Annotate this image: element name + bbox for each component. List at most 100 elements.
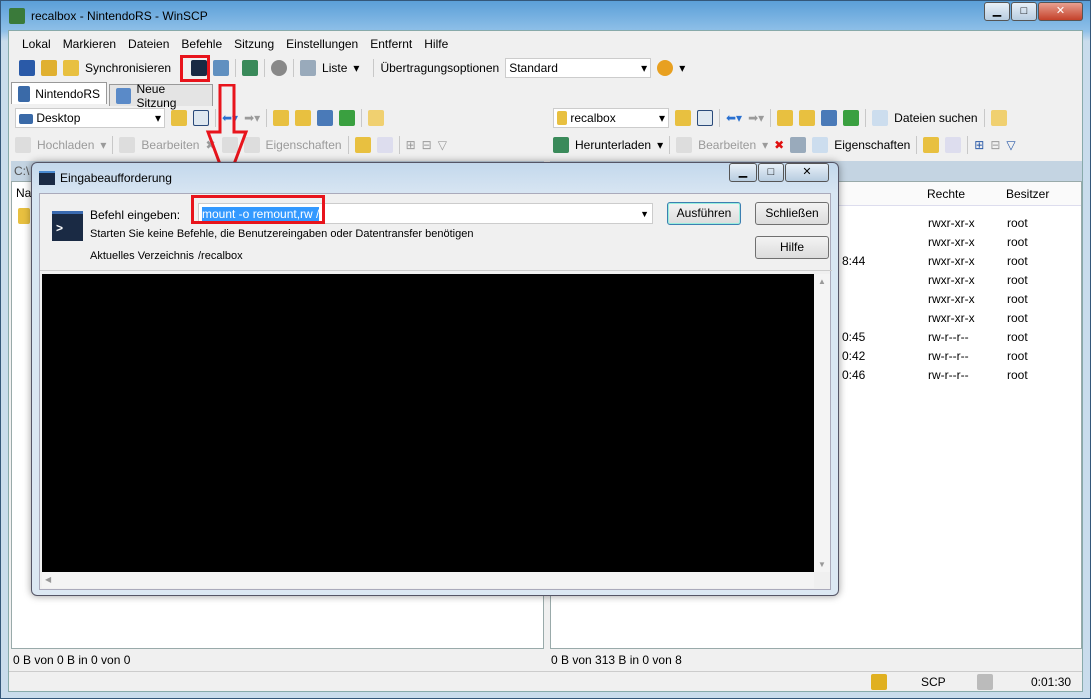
new-folder-icon[interactable] bbox=[923, 137, 940, 153]
transfer-options-select[interactable]: Standard ▾ bbox=[505, 58, 652, 78]
file-owner: root bbox=[1007, 368, 1028, 382]
putty-icon[interactable] bbox=[213, 60, 230, 76]
parent-folder-icon[interactable] bbox=[273, 110, 290, 126]
properties-icon bbox=[812, 137, 829, 153]
gear-icon[interactable] bbox=[271, 60, 288, 76]
column-rights[interactable]: Rechte bbox=[927, 187, 965, 201]
folder-icon bbox=[557, 111, 567, 126]
current-dir-label: Aktuelles Verzeichnis bbox=[90, 250, 194, 262]
upload-button[interactable]: Hochladen bbox=[37, 138, 94, 152]
sync-browse-icon[interactable] bbox=[41, 60, 57, 76]
home-icon[interactable] bbox=[317, 110, 334, 126]
right-properties-button[interactable]: Eigenschaften bbox=[834, 138, 910, 152]
right-path-select[interactable]: recalbox ▾ bbox=[553, 108, 669, 128]
file-owner: root bbox=[1007, 349, 1028, 363]
new-session-icon bbox=[116, 87, 132, 104]
refresh-icon[interactable] bbox=[339, 110, 356, 126]
file-owner: root bbox=[1007, 311, 1028, 325]
file-rights: rwxr-xr-x bbox=[928, 273, 975, 287]
menu-dateien[interactable]: Dateien bbox=[125, 37, 172, 51]
select-minus-icon[interactable]: ⊟ bbox=[990, 138, 1000, 152]
forward-icon[interactable]: ➡▾ bbox=[748, 111, 764, 125]
select-plus-icon[interactable]: ⊞ bbox=[974, 138, 984, 152]
menu-entfernt[interactable]: Entfernt bbox=[367, 37, 415, 51]
select-minus-icon[interactable]: ⊟ bbox=[422, 138, 432, 152]
close-button[interactable]: ✕ bbox=[1038, 2, 1083, 21]
tab-new-session[interactable]: Neue Sitzung bbox=[109, 82, 213, 110]
compare-icon[interactable] bbox=[19, 60, 35, 76]
delete-icon[interactable]: ✖ bbox=[774, 138, 784, 152]
tree-icon[interactable] bbox=[368, 110, 385, 126]
file-time: 8:44 bbox=[842, 254, 866, 268]
left-edit-button[interactable]: Bearbeiten bbox=[141, 138, 199, 152]
download-button[interactable]: Herunterladen bbox=[575, 138, 651, 152]
right-edit-button[interactable]: Bearbeiten bbox=[698, 138, 756, 152]
filter-select-icon[interactable]: ▽ bbox=[438, 138, 447, 152]
file-rights: rwxr-xr-x bbox=[928, 254, 975, 268]
left-properties-button[interactable]: Eigenschaften bbox=[266, 138, 342, 152]
new-folder-icon[interactable] bbox=[354, 137, 371, 153]
command-label: Befehl eingeben: bbox=[90, 208, 181, 222]
synchronize-icon bbox=[63, 60, 79, 76]
file-time: 0:42 bbox=[842, 349, 866, 363]
shortcut-icon[interactable] bbox=[376, 137, 393, 153]
console-large-icon: > bbox=[52, 211, 83, 241]
menu-einstellungen[interactable]: Einstellungen bbox=[283, 37, 361, 51]
current-dir-value: /recalbox bbox=[198, 250, 243, 262]
open-folder-icon[interactable] bbox=[675, 110, 691, 126]
file-owner: root bbox=[1007, 330, 1028, 344]
view-dropdown[interactable]: Liste bbox=[322, 61, 347, 75]
column-owner[interactable]: Besitzer bbox=[1006, 187, 1049, 201]
menu-befehle[interactable]: Befehle bbox=[178, 37, 225, 51]
file-owner: root bbox=[1007, 216, 1028, 230]
console-output[interactable] bbox=[42, 274, 814, 572]
file-rights: rwxr-xr-x bbox=[928, 292, 975, 306]
session-time: 0:01:30 bbox=[1031, 675, 1072, 689]
minimize-button[interactable]: ▁ bbox=[984, 2, 1010, 21]
tree-icon[interactable] bbox=[990, 110, 1007, 126]
select-plus-icon[interactable]: ⊞ bbox=[406, 138, 416, 152]
synchronize-button[interactable]: Synchronisieren bbox=[85, 61, 171, 75]
title-bar[interactable]: recalbox - NintendoRS - WinSCP ▁ □ ✕ bbox=[1, 1, 1091, 31]
rename-icon[interactable] bbox=[790, 137, 807, 153]
menu-hilfe[interactable]: Hilfe bbox=[421, 37, 451, 51]
console-icon bbox=[39, 171, 55, 185]
console-highlight bbox=[180, 55, 210, 82]
menu-lokal[interactable]: Lokal bbox=[19, 37, 54, 51]
globe-icon[interactable] bbox=[657, 60, 674, 76]
tab-nintendors[interactable]: NintendoRS bbox=[11, 82, 107, 104]
menu-markieren[interactable]: Markieren bbox=[60, 37, 119, 51]
file-rights: rw-r--r-- bbox=[928, 368, 969, 382]
open-folder-icon[interactable] bbox=[171, 110, 187, 126]
run-button[interactable]: Ausführen bbox=[667, 202, 741, 225]
filter-select-icon[interactable]: ▽ bbox=[1006, 138, 1015, 152]
file-rights: rw-r--r-- bbox=[928, 349, 969, 363]
close-dialog-button[interactable]: Schließen bbox=[755, 202, 829, 225]
find-files-button[interactable]: Dateien suchen bbox=[894, 111, 977, 125]
help-button[interactable]: Hilfe bbox=[755, 236, 829, 259]
root-folder-icon[interactable] bbox=[295, 110, 312, 126]
dialog-minimize-button[interactable]: ▁ bbox=[729, 163, 757, 182]
home-icon[interactable] bbox=[821, 110, 838, 126]
edit-icon bbox=[676, 137, 693, 153]
parent-folder-icon[interactable] bbox=[777, 110, 794, 126]
refresh-icon[interactable] bbox=[843, 110, 860, 126]
refresh-queue-icon[interactable] bbox=[242, 60, 259, 76]
menu-sitzung[interactable]: Sitzung bbox=[231, 37, 277, 51]
back-icon[interactable]: ⬅▾ bbox=[726, 111, 742, 125]
dialog-maximize-button[interactable]: □ bbox=[758, 163, 784, 182]
console-hscrollbar[interactable]: ◀ bbox=[42, 572, 814, 588]
filter-icon[interactable] bbox=[697, 110, 713, 126]
maximize-button[interactable]: □ bbox=[1011, 2, 1037, 21]
monitor-icon bbox=[18, 85, 31, 102]
left-name-column[interactable]: Na bbox=[16, 186, 31, 200]
console-scrollbar[interactable]: ▲ ▼ bbox=[814, 274, 830, 572]
file-owner: root bbox=[1007, 273, 1028, 287]
desktop-icon bbox=[19, 113, 33, 124]
left-path-select[interactable]: Desktop ▾ bbox=[15, 108, 165, 128]
menu-bar: Lokal Markieren Dateien Befehle Sitzung … bbox=[19, 33, 451, 55]
shortcut-icon[interactable] bbox=[945, 137, 962, 153]
root-folder-icon[interactable] bbox=[799, 110, 816, 126]
transfer-options-label: Übertragungsoptionen bbox=[380, 61, 500, 75]
dialog-close-button[interactable]: ✕ bbox=[785, 163, 829, 182]
